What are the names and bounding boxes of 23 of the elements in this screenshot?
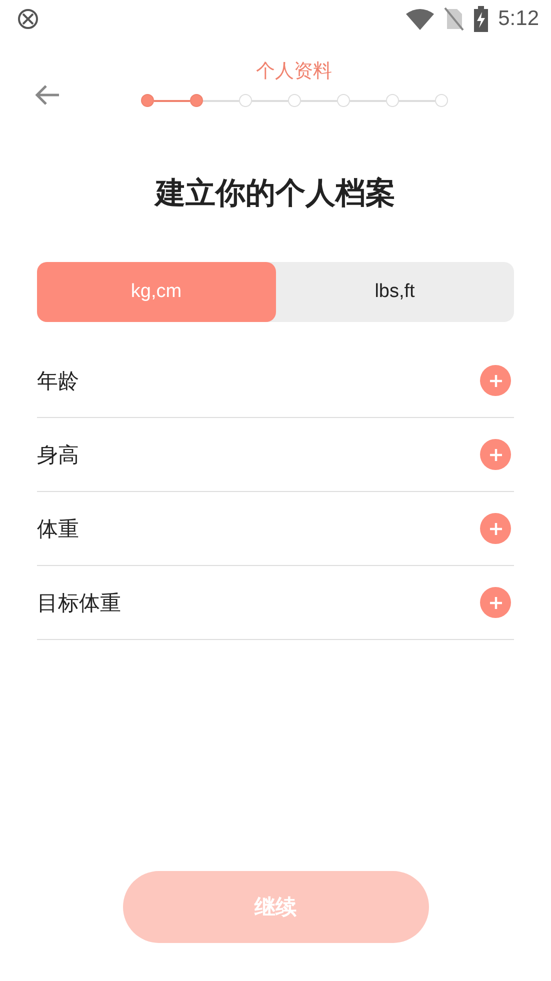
clock: 5:12	[498, 7, 539, 31]
no-sim-icon	[444, 7, 464, 31]
unit-tab[interactable]: kg,cm	[37, 262, 276, 322]
add-button[interactable]	[480, 365, 511, 396]
plus-icon	[488, 522, 502, 536]
unit-tab[interactable]: lbs,ft	[276, 262, 514, 322]
app-notification-icon	[17, 8, 39, 30]
add-button[interactable]	[480, 439, 511, 470]
add-button[interactable]	[480, 587, 511, 618]
plus-icon	[488, 448, 502, 462]
field-label: 年龄	[37, 368, 79, 394]
back-arrow-icon	[34, 84, 60, 106]
field-label: 体重	[37, 516, 79, 542]
battery-charging-icon	[474, 6, 488, 32]
add-button[interactable]	[480, 513, 511, 544]
plus-icon	[488, 596, 502, 610]
back-button[interactable]	[34, 84, 60, 106]
heading: 建立你的个人档案	[153, 176, 396, 212]
wifi-icon	[406, 8, 434, 30]
field-label: 目标体重	[37, 590, 121, 616]
field-label: 身高	[37, 442, 79, 468]
page-title: 个人资料	[256, 60, 332, 84]
plus-icon	[488, 374, 502, 388]
